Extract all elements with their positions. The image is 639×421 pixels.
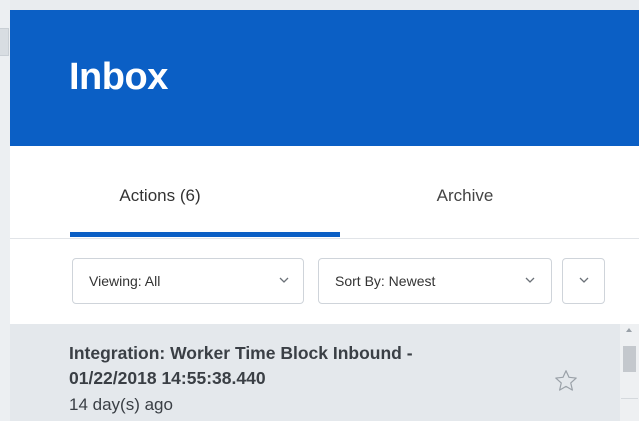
scroll-track-divider <box>621 398 638 399</box>
inbox-panel: Inbox Actions (6) Archive Viewing: All S… <box>10 10 639 421</box>
inbox-header: Inbox <box>10 10 639 146</box>
inbox-list: Integration: Worker Time Block Inbound -… <box>10 324 639 421</box>
scroll-thumb[interactable] <box>623 346 636 372</box>
inbox-item-age: 14 day(s) ago <box>69 395 173 414</box>
chevron-down-icon <box>279 277 289 283</box>
tab-archive[interactable]: Archive <box>390 186 540 206</box>
inbox-item-title: Integration: Worker Time Block Inbound -… <box>69 343 413 388</box>
window-left-edge <box>0 0 10 421</box>
viewing-filter-dropdown[interactable]: Viewing: All <box>72 258 304 304</box>
chevron-down-icon <box>579 277 589 283</box>
active-tab-indicator <box>70 232 340 237</box>
sort-label: Sort By: Newest <box>335 273 436 289</box>
filter-bar: Viewing: All Sort By: Newest <box>10 239 639 324</box>
more-options-dropdown[interactable] <box>562 258 605 304</box>
star-icon[interactable] <box>553 368 579 394</box>
inbox-tabs: Actions (6) Archive <box>10 146 639 239</box>
window-top-edge <box>0 0 639 10</box>
side-handle[interactable] <box>0 28 9 56</box>
tab-actions[interactable]: Actions (6) <box>70 186 250 206</box>
viewing-filter-label: Viewing: All <box>89 273 161 289</box>
sort-dropdown[interactable]: Sort By: Newest <box>318 258 552 304</box>
scroll-up-arrow-icon[interactable] <box>624 326 634 334</box>
chevron-down-icon <box>525 277 535 283</box>
page-title: Inbox <box>69 56 168 98</box>
list-scrollbar[interactable] <box>620 324 639 421</box>
